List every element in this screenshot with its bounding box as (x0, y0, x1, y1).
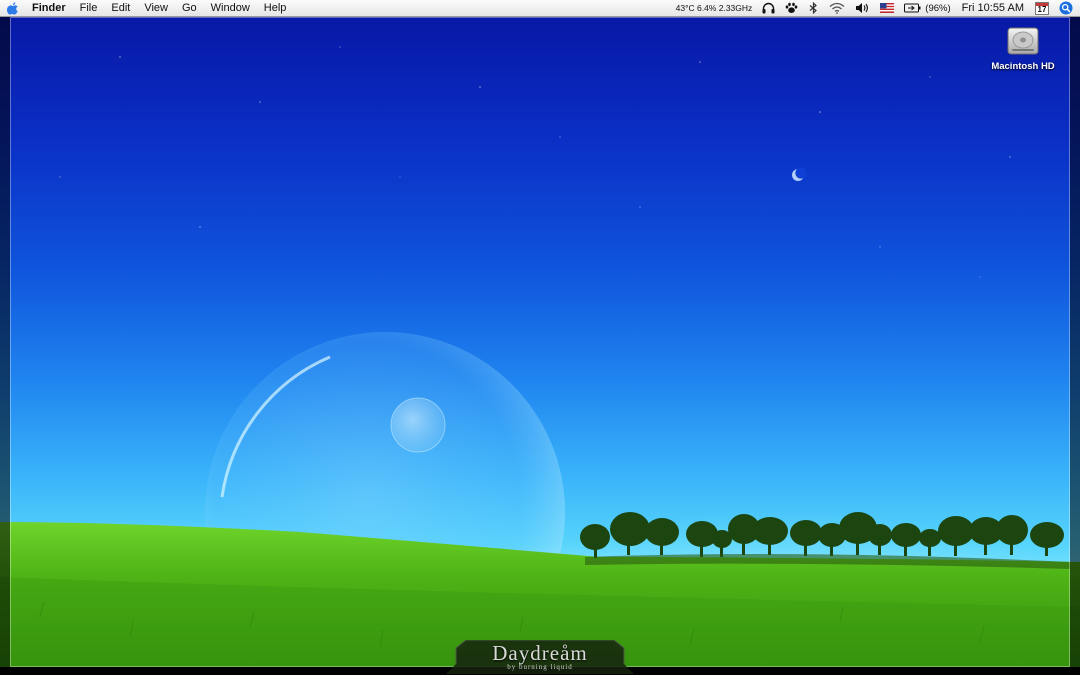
calendar-day: 17 (1037, 4, 1047, 14)
menu-go[interactable]: Go (175, 0, 204, 16)
menu-finder[interactable]: Finder (26, 0, 73, 16)
calendar-icon: 17 (1035, 1, 1049, 15)
headphones-menu[interactable] (757, 0, 780, 16)
system-stats[interactable]: 43°C 6.4% 2.33GHz (671, 0, 758, 16)
volume-menu[interactable] (850, 0, 875, 16)
wallpaper (0, 17, 1080, 675)
wifi-menu[interactable] (824, 0, 850, 16)
menu-file[interactable]: File (73, 0, 105, 16)
menu-bar: Finder File Edit View Go Window Help 43°… (0, 0, 1080, 17)
menu-edit[interactable]: Edit (104, 0, 137, 16)
logo-subtitle: by burning liquid (507, 663, 573, 671)
headphones-icon (762, 2, 775, 14)
screen: Finder File Edit View Go Window Help 43°… (0, 0, 1080, 675)
spotlight-menu[interactable] (1054, 0, 1080, 16)
desktop-icon-label: Macintosh HD (991, 61, 1055, 72)
desktop-icon-macintosh-hd[interactable]: Macintosh HD (988, 24, 1058, 72)
bluetooth-menu[interactable] (803, 0, 824, 16)
input-menu[interactable] (875, 0, 899, 16)
battery-percent: (96%) (925, 2, 951, 14)
bluetooth-icon (809, 2, 818, 14)
battery-icon (904, 3, 921, 13)
menu-clock[interactable]: Fri 10:55 AM (956, 0, 1030, 16)
desktop[interactable]: Macintosh HD Daydreåm by burning liquid (0, 17, 1080, 675)
spotlight-icon (1059, 1, 1073, 15)
volume-icon (856, 3, 869, 13)
wallpaper-logo: Daydreåm by burning liquid (446, 640, 634, 674)
logo-title: Daydreåm (492, 641, 588, 665)
battery-menu[interactable]: (96%) (899, 0, 955, 16)
crescent-moon (792, 167, 807, 181)
stars (59, 46, 1011, 278)
apple-menu[interactable] (0, 0, 26, 16)
us-flag-icon (880, 3, 895, 13)
hard-drive-icon (1007, 27, 1039, 55)
menu-view[interactable]: View (137, 0, 175, 16)
apple-icon (7, 1, 18, 15)
menu-help[interactable]: Help (257, 0, 294, 16)
wifi-icon (829, 2, 845, 14)
calendar-menu[interactable]: 17 (1030, 0, 1054, 16)
growl-paw-icon (785, 2, 798, 13)
menu-window[interactable]: Window (204, 0, 257, 16)
growl-menu[interactable] (780, 0, 803, 16)
